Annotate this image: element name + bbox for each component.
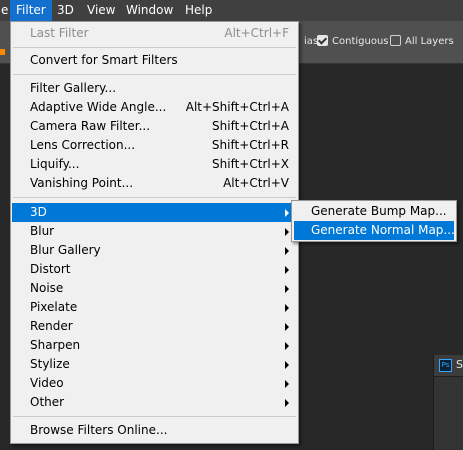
all-layers-label: All Layers (405, 36, 454, 47)
menu-item-blur-gallery[interactable]: Blur Gallery (12, 241, 297, 260)
menu-window[interactable]: Window (120, 0, 179, 21)
filter-menu: Last Filter Alt+Ctrl+F Convert for Smart… (10, 21, 299, 444)
panel-tab-bar[interactable]: Ps S (434, 355, 463, 377)
all-layers-option[interactable]: All Layers (390, 34, 454, 50)
menu-item-video[interactable]: Video (12, 374, 297, 393)
menu-3d[interactable]: 3D (51, 0, 80, 21)
checkbox-unchecked-icon[interactable] (390, 35, 401, 46)
submenu-arrow-icon (285, 285, 289, 293)
contiguous-label: Contiguous (332, 36, 389, 47)
menu-view[interactable]: View (81, 0, 121, 21)
submenu-arrow-icon (285, 342, 289, 350)
menu-item-pixelate[interactable]: Pixelate (12, 298, 297, 317)
menu-item-browse-filters-online[interactable]: Browse Filters Online... (12, 421, 297, 440)
menu-item-liquify[interactable]: Liquify... Shift+Ctrl+X (12, 155, 297, 174)
menu-item-vanishing-point[interactable]: Vanishing Point... Alt+Ctrl+V (12, 174, 297, 193)
anti-alias-label: ias (304, 36, 319, 47)
menu-item-convert-smart-filters[interactable]: Convert for Smart Filters (12, 51, 297, 70)
contiguous-option[interactable]: Contiguous (317, 34, 389, 50)
submenu-3d: Generate Bump Map... Generate Normal Map… (291, 200, 457, 242)
menu-filter[interactable]: Filter (10, 0, 52, 21)
menu-bar: e Filter 3D View Window Help (0, 0, 463, 21)
menu-help[interactable]: Help (179, 0, 218, 21)
panel-title: S (456, 358, 463, 371)
submenu-arrow-icon (285, 361, 289, 369)
submenu-arrow-icon (285, 266, 289, 274)
menu-item-noise[interactable]: Noise (12, 279, 297, 298)
menu-item-3d[interactable]: 3D (12, 203, 297, 222)
submenu-item-generate-bump-map[interactable]: Generate Bump Map... (294, 202, 454, 221)
submenu-arrow-icon (285, 399, 289, 407)
submenu-item-generate-normal-map[interactable]: Generate Normal Map... (294, 221, 455, 240)
menu-item-adaptive-wide-angle[interactable]: Adaptive Wide Angle... Alt+Shift+Ctrl+A (12, 98, 297, 117)
menu-item-stylize[interactable]: Stylize (12, 355, 297, 374)
menu-separator (13, 197, 296, 198)
side-panel: Ps S (433, 355, 463, 450)
menu-item-other[interactable]: Other (12, 393, 297, 412)
menu-separator (13, 416, 296, 417)
menu-item-lens-correction[interactable]: Lens Correction... Shift+Ctrl+R (12, 136, 297, 155)
menu-item-sharpen[interactable]: Sharpen (12, 336, 297, 355)
submenu-arrow-icon (285, 380, 289, 388)
menu-item-blur[interactable]: Blur (12, 222, 297, 241)
menu-item-filter-gallery[interactable]: Filter Gallery... (12, 79, 297, 98)
submenu-arrow-icon (285, 247, 289, 255)
checkbox-checked-icon[interactable] (317, 35, 328, 46)
menu-item-last-filter[interactable]: Last Filter Alt+Ctrl+F (12, 24, 297, 43)
menu-item-camera-raw-filter[interactable]: Camera Raw Filter... Shift+Ctrl+A (12, 117, 297, 136)
menu-separator (13, 47, 296, 48)
submenu-arrow-icon (285, 323, 289, 331)
submenu-arrow-icon (285, 209, 289, 217)
submenu-arrow-icon (285, 304, 289, 312)
menu-separator (13, 74, 296, 75)
menu-item-distort[interactable]: Distort (12, 260, 297, 279)
submenu-arrow-icon (285, 228, 289, 236)
ps-icon: Ps (439, 359, 452, 372)
tool-preset-edge (0, 49, 5, 55)
menu-item-render[interactable]: Render (12, 317, 297, 336)
